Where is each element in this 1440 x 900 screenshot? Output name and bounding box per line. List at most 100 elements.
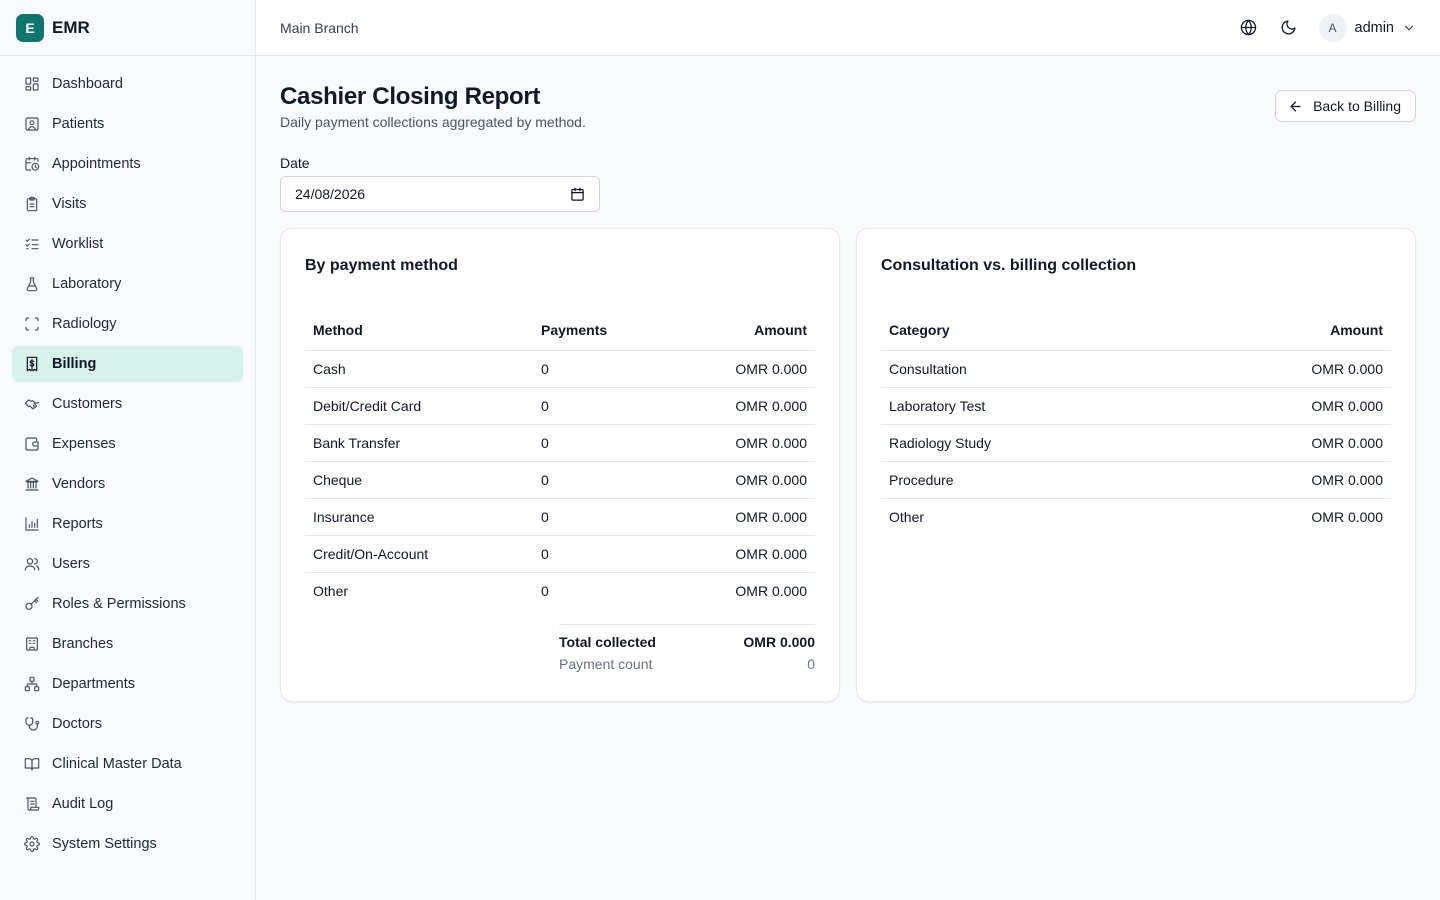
sidebar-item-label: Reports: [52, 516, 103, 532]
sidebar-item-users[interactable]: Users: [12, 546, 243, 582]
sidebar-item-label: Audit Log: [52, 796, 114, 812]
payment-count-value: 0: [807, 656, 815, 672]
cell-payments: 0: [533, 498, 670, 536]
handshake-icon: [24, 396, 40, 412]
cell-method: Other: [313, 582, 349, 599]
sidebar-item-reports[interactable]: Reports: [12, 506, 243, 542]
cell-category: Laboratory Test: [881, 387, 1174, 425]
cell-category: Procedure: [881, 461, 1174, 499]
table-row: Credit/On-Account 0 OMR 0.000: [305, 535, 815, 573]
back-to-billing-button[interactable]: Back to Billing: [1275, 90, 1416, 122]
table-row: Cash 0 OMR 0.000: [305, 350, 815, 388]
payment-count-label: Payment count: [559, 656, 653, 672]
sidebar-item-label: System Settings: [52, 836, 157, 852]
user-menu[interactable]: A admin: [1318, 13, 1417, 42]
total-collected-label: Total collected: [559, 634, 656, 650]
table-row: Radiology Study OMR 0.000: [881, 424, 1391, 462]
cell-payments: 0: [533, 424, 670, 462]
payment-method-table: Method Payments Amount Cash 0 OMR 0.000 Deb…: [305, 311, 815, 609]
sidebar-item-system-settings[interactable]: System Settings: [12, 826, 243, 862]
bar-chart-icon: [24, 516, 40, 532]
calendar-clock-icon: [24, 156, 40, 172]
user-name: admin: [1354, 19, 1395, 36]
totals-summary: Total collected OMR 0.000 Payment count …: [559, 624, 815, 672]
date-input[interactable]: 24/08/2026: [280, 176, 600, 212]
brand[interactable]: E EMR: [0, 0, 255, 56]
sidebar-item-expenses[interactable]: Expenses: [12, 426, 243, 462]
calendar-icon[interactable]: [570, 187, 585, 202]
sidebar-item-label: Branches: [52, 636, 114, 652]
branch-selector[interactable]: Main Branch: [280, 20, 359, 36]
category-table: Category Amount Consultation OMR 0.000 Lab…: [881, 311, 1391, 535]
cell-amount: OMR 0.000: [669, 535, 815, 573]
sidebar-item-appointments[interactable]: Appointments: [12, 146, 243, 182]
sidebar-item-roles-permissions[interactable]: Roles & Permissions: [12, 586, 243, 622]
payment-count-row: Payment count 0: [559, 656, 815, 672]
sidebar-item-laboratory[interactable]: Laboratory: [12, 266, 243, 302]
col-amount: Amount: [1173, 311, 1391, 351]
moon-icon[interactable]: [1273, 12, 1305, 44]
table-row: Other 0 OMR 0.000: [305, 572, 815, 609]
sidebar-item-visits[interactable]: Visits: [12, 186, 243, 222]
payment-method-card: By payment method Method Payments Amount…: [280, 228, 840, 702]
cell-amount: OMR 0.000: [1173, 424, 1391, 462]
chevron-down-icon: [1402, 21, 1416, 35]
cell-payments: 0: [533, 461, 670, 499]
brand-name: EMR: [52, 17, 90, 37]
sidebar: E EMR Dashboard Patients Appointments Visit…: [0, 0, 256, 900]
sidebar-item-radiology[interactable]: Radiology: [12, 306, 243, 342]
sidebar-item-label: Patients: [52, 116, 105, 132]
dashboard-icon: [24, 76, 40, 92]
sidebar-item-worklist[interactable]: Worklist: [12, 226, 243, 262]
table-row: Bank Transfer 0 OMR 0.000: [305, 424, 815, 462]
category-card: Consultation vs. billing collection Cate…: [856, 228, 1416, 702]
sidebar-item-patients[interactable]: Patients: [12, 106, 243, 142]
receipt-dollar-icon: [24, 356, 40, 372]
sidebar-item-label: Appointments: [52, 156, 141, 172]
users-icon: [24, 556, 40, 572]
table-row: Cheque 0 OMR 0.000: [305, 461, 815, 499]
sidebar-item-billing[interactable]: Billing: [12, 346, 243, 382]
category-title: Consultation vs. billing collection: [881, 257, 1137, 274]
sidebar-item-audit-log[interactable]: Audit Log: [12, 786, 243, 822]
cell-amount: OMR 0.000: [669, 350, 815, 388]
cell-payments: 0: [533, 535, 670, 573]
table-header-row: Category Amount: [881, 311, 1391, 351]
sidebar-item-vendors[interactable]: Vendors: [12, 466, 243, 502]
arrow-left-icon: [1288, 99, 1303, 114]
col-payments: Payments: [533, 311, 670, 351]
clipboard-icon: [24, 196, 40, 212]
checklist-icon: [24, 236, 40, 252]
total-collected-row: Total collected OMR 0.000: [559, 634, 815, 650]
building-icon: [24, 636, 40, 652]
sidebar-item-label: Vendors: [52, 476, 106, 492]
cell-category: Consultation: [881, 350, 1174, 388]
sidebar-item-label: Expenses: [52, 436, 116, 452]
cell-amount: OMR 0.000: [1311, 508, 1383, 525]
wallet-icon: [24, 436, 40, 452]
cell-payments: 0: [533, 350, 670, 388]
top-header: Main Branch A admin: [256, 0, 1440, 56]
patients-icon: [24, 116, 40, 132]
sidebar-item-customers[interactable]: Customers: [12, 386, 243, 422]
sidebar-item-departments[interactable]: Departments: [12, 666, 243, 702]
payment-method-title: By payment method: [305, 257, 458, 274]
bank-icon: [24, 476, 40, 492]
network-icon: [24, 676, 40, 692]
sidebar-item-label: Doctors: [52, 716, 102, 732]
sidebar-item-label: Users: [52, 556, 90, 572]
sidebar-item-label: Visits: [52, 196, 87, 212]
table-row: Consultation OMR 0.000: [881, 350, 1391, 388]
page-subtitle: Daily payment collections aggregated by …: [280, 114, 586, 130]
sidebar-item-clinical-master-data[interactable]: Clinical Master Data: [12, 746, 243, 782]
back-to-billing-label: Back to Billing: [1313, 98, 1401, 114]
sidebar-item-dashboard[interactable]: Dashboard: [12, 66, 243, 102]
sidebar-item-label: Laboratory: [52, 276, 122, 292]
sidebar-item-label: Worklist: [52, 236, 104, 252]
sidebar-item-doctors[interactable]: Doctors: [12, 706, 243, 742]
table-row: Debit/Credit Card 0 OMR 0.000: [305, 387, 815, 425]
globe-icon[interactable]: [1233, 12, 1265, 44]
sidebar-item-branches[interactable]: Branches: [12, 626, 243, 662]
cell-payments: 0: [533, 387, 670, 425]
cell-amount: OMR 0.000: [669, 387, 815, 425]
